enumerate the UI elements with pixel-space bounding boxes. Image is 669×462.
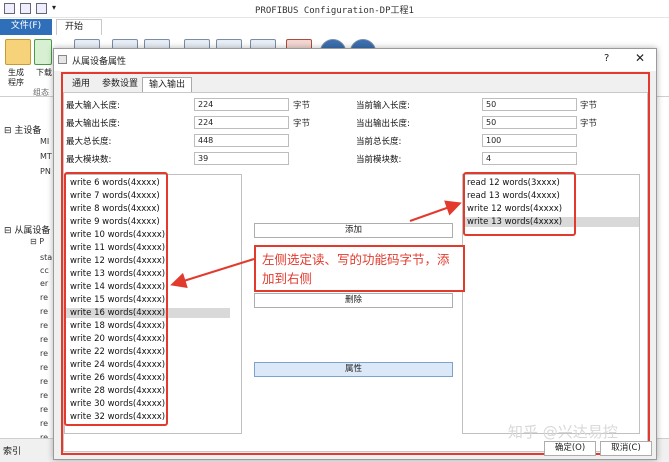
download-label: 下载 bbox=[36, 68, 52, 77]
tree-item[interactable]: sta bbox=[40, 253, 52, 262]
tree-master-header[interactable]: ⊟ 主设备 bbox=[4, 123, 41, 136]
tab-file[interactable]: 文件(F) bbox=[0, 19, 52, 35]
build-label-2: 程序 bbox=[8, 78, 24, 87]
slave-properties-dialog: 从属设备属性 ? ✕ 通用 参数设置 输入输出 最大输入长度: 224 字节 最… bbox=[53, 48, 657, 460]
tree-item[interactable]: re bbox=[40, 363, 48, 372]
tree-item[interactable]: re bbox=[40, 307, 48, 316]
project-tree: ⊟ 主设备 MI MT PN ⊟ 从属设备 ⊟ P sta cc er re r… bbox=[0, 97, 60, 442]
tab-home[interactable]: 开始(H) bbox=[56, 19, 102, 47]
tree-slave-device[interactable]: ⊟ P bbox=[30, 237, 44, 246]
download-icon[interactable] bbox=[34, 39, 52, 65]
status-text: 索引 bbox=[3, 447, 22, 457]
tree-item[interactable]: re bbox=[40, 293, 48, 302]
annotation-arrows bbox=[170, 200, 462, 289]
tree-slave-header[interactable]: ⊟ 从属设备 bbox=[4, 223, 50, 236]
watermark: 知乎 @兴达易控 bbox=[508, 423, 618, 441]
tree-item[interactable]: cc bbox=[40, 266, 49, 275]
tree-item[interactable]: re bbox=[40, 335, 48, 344]
tree-item[interactable]: re bbox=[40, 391, 48, 400]
tree-item[interactable]: er bbox=[40, 279, 48, 288]
build-icon[interactable] bbox=[5, 39, 31, 65]
tree-item[interactable]: MI bbox=[40, 137, 49, 146]
tree-item[interactable]: PN bbox=[40, 167, 51, 176]
tree-item[interactable]: re bbox=[40, 405, 48, 414]
tree-item[interactable]: re bbox=[40, 377, 48, 386]
ribbon-tab-bar: 文件(F) 开始(H) bbox=[0, 18, 669, 47]
tree-item[interactable]: re bbox=[40, 419, 48, 428]
tree-item[interactable]: re bbox=[40, 321, 48, 330]
tree-item[interactable]: re bbox=[40, 349, 48, 358]
arrow-to-left-list bbox=[170, 258, 255, 289]
arrow-to-right-list bbox=[409, 200, 462, 222]
tree-item[interactable]: MT bbox=[40, 152, 52, 161]
app-title: PROFIBUS Configuration-DP工程1 bbox=[255, 6, 414, 16]
